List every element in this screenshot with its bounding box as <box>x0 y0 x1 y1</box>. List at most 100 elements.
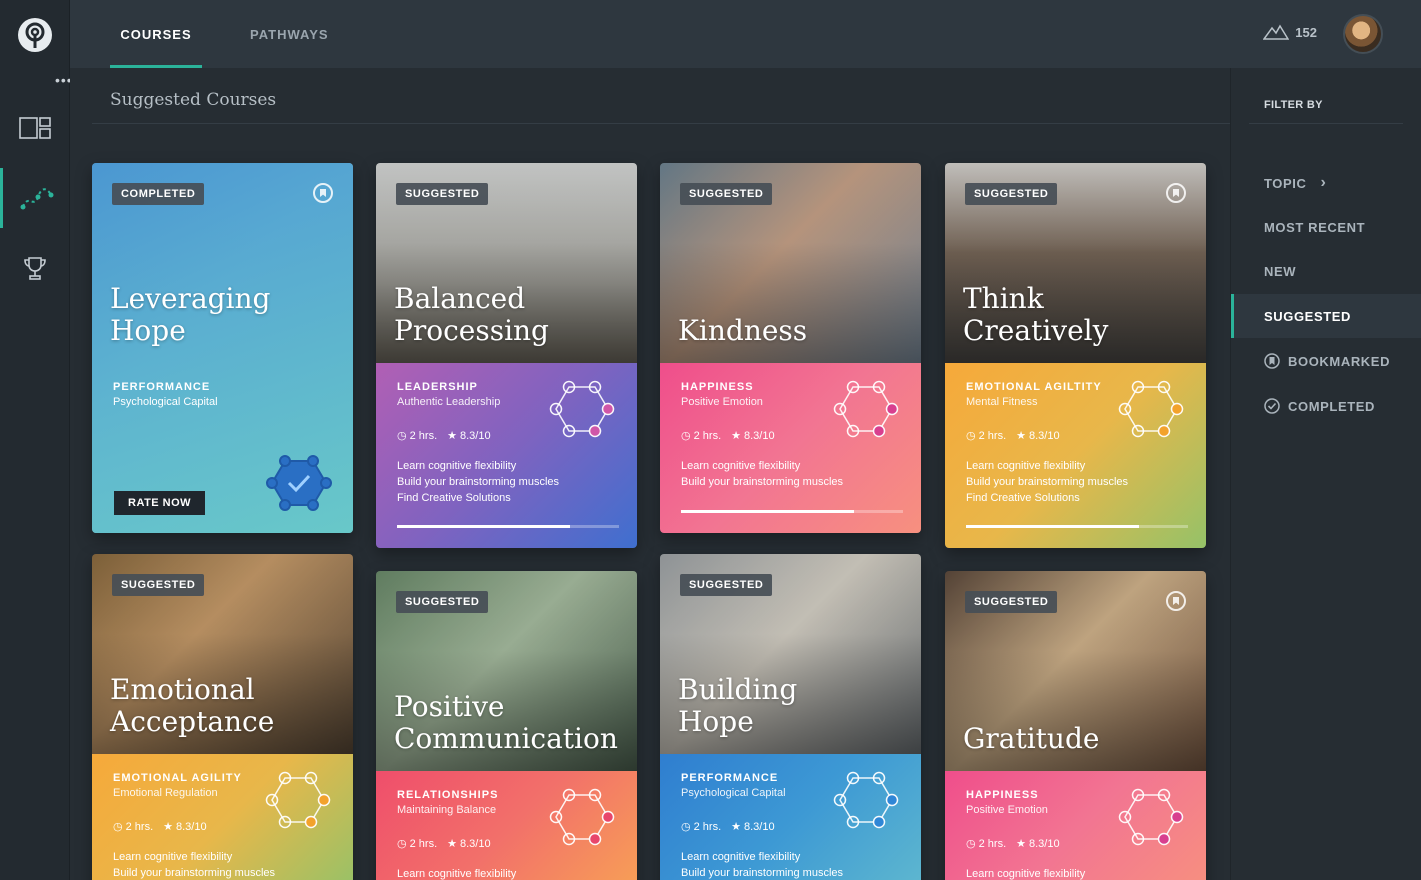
course-info: EMOTIONAL AGILITY Emotional Regulation ◷… <box>92 754 353 880</box>
filter-label: BOOKMARKED <box>1288 353 1391 369</box>
course-subcategory: Psychological Capital <box>681 787 786 799</box>
achievements-nav[interactable] <box>0 238 70 298</box>
course-card-kindness[interactable]: SUGGESTED Kindness HAPPINESS Positive Em… <box>660 163 921 533</box>
status-badge: SUGGESTED <box>965 183 1058 205</box>
filter-completed[interactable]: COMPLETED <box>1231 384 1421 428</box>
course-goals: Learn cognitive flexibility Build your br… <box>681 460 844 488</box>
course-subcategory: Maintaining Balance <box>397 804 497 816</box>
filter-most-recent[interactable]: MOST RECENT <box>1231 205 1421 249</box>
course-card-leveraging-hope[interactable]: COMPLETED Leveraging Hope PERFORMANCE Psy… <box>92 163 353 533</box>
status-badge: SUGGESTED <box>680 574 773 596</box>
course-info: PERFORMANCE Psychological Capital ◷ 2 hrs… <box>660 754 921 880</box>
skill-node <box>562 424 576 438</box>
course-meta: ◷ 2 hrs. ★ 8.3/10 <box>966 838 1060 850</box>
filter-label: TOPIC <box>1264 175 1307 191</box>
course-card-positive-communication[interactable]: SUGGESTED Positive Communication RELATION… <box>376 571 637 880</box>
skill-node <box>265 793 279 807</box>
skill-node <box>562 832 576 846</box>
skill-hex-icon <box>1118 788 1184 846</box>
course-info: EMOTIONAL AGILTITY Mental Fitness ◷ 2 hrs… <box>945 363 1206 548</box>
bookmark-icon[interactable] <box>1166 591 1186 611</box>
points-counter[interactable]: 152 <box>1263 24 1317 40</box>
skill-hex-icon <box>549 380 615 438</box>
filter-panel: FILTER BY TOPIC › MOST RECENT NEW SUGGES… <box>1230 68 1421 880</box>
course-meta: ◷ 2 hrs. ★ 8.3/10 <box>681 430 775 442</box>
course-goals: Learn cognitive flexibility Build your br… <box>397 460 560 504</box>
star-icon: ★ <box>1016 430 1026 442</box>
course-category: RELATIONSHIPS <box>397 789 499 801</box>
course-card-building-hope[interactable]: SUGGESTED Building Hope PERFORMANCE Psych… <box>660 554 921 880</box>
course-goals: Learn cognitive flexibility <box>397 868 517 880</box>
skill-node <box>1170 402 1184 416</box>
skill-node <box>1131 788 1145 802</box>
course-title: Positive Communication <box>394 690 618 755</box>
skill-node <box>549 402 563 416</box>
tab-pathways[interactable]: PATHWAYS <box>250 0 329 68</box>
course-meta: ◷ 2 hrs. ★ 8.3/10 <box>397 838 491 850</box>
progress-bar <box>397 525 619 528</box>
skill-node <box>885 402 899 416</box>
skill-node <box>601 810 615 824</box>
points-value: 152 <box>1295 24 1317 40</box>
filter-label: MOST RECENT <box>1264 219 1366 235</box>
app-logo-icon[interactable] <box>17 17 53 53</box>
star-icon: ★ <box>447 430 457 442</box>
filter-suggested[interactable]: SUGGESTED <box>1231 294 1421 338</box>
progress-bar <box>681 510 903 513</box>
status-badge: SUGGESTED <box>396 183 489 205</box>
course-card-think-creatively[interactable]: SUGGESTED Think Creatively EMOTIONAL AGIL… <box>945 163 1206 548</box>
course-card-gratitude[interactable]: SUGGESTED Gratitude HAPPINESS Positive E… <box>945 571 1206 880</box>
rate-now-button[interactable]: RATE NOW <box>114 491 206 515</box>
course-title: Kindness <box>678 314 808 347</box>
skill-node <box>588 380 602 394</box>
skill-hex-icon <box>1118 380 1184 438</box>
user-avatar[interactable] <box>1343 14 1383 54</box>
course-card-balanced-processing[interactable]: SUGGESTED Balanced Processing LEADERSHIP … <box>376 163 637 548</box>
course-title: Building Hope <box>678 673 798 738</box>
star-icon: ★ <box>163 821 173 833</box>
skill-node <box>1131 832 1145 846</box>
skill-node <box>1157 788 1171 802</box>
skill-node <box>833 793 847 807</box>
filter-new[interactable]: NEW <box>1231 249 1421 293</box>
tab-courses[interactable]: COURSES <box>110 0 202 68</box>
course-info: RELATIONSHIPS Maintaining Balance ◷ 2 hrs… <box>376 771 637 880</box>
section-divider <box>92 123 1230 124</box>
course-subcategory: Positive Emotion <box>681 396 763 408</box>
check-circle-icon <box>1264 398 1280 414</box>
filter-label: COMPLETED <box>1288 398 1376 414</box>
dashboard-nav[interactable] <box>0 98 70 158</box>
bookmark-icon[interactable] <box>313 183 333 203</box>
skill-node <box>846 771 860 785</box>
status-badge: SUGGESTED <box>112 574 205 596</box>
status-badge: SUGGESTED <box>396 591 489 613</box>
course-goals: Learn cognitive flexibility Build your br… <box>113 851 276 879</box>
course-meta: ◷ 2 hrs. ★ 8.3/10 <box>681 821 775 833</box>
progress-bar <box>966 525 1188 528</box>
pathways-nav[interactable] <box>0 168 70 228</box>
skill-node <box>549 810 563 824</box>
status-badge: COMPLETED <box>112 183 205 205</box>
mountain-icon <box>1263 24 1290 40</box>
filter-topic[interactable]: TOPIC › <box>1231 161 1421 205</box>
skill-node <box>601 402 615 416</box>
skill-node <box>833 402 847 416</box>
filter-bookmarked[interactable]: BOOKMARKED <box>1231 339 1421 383</box>
skill-node <box>1157 380 1171 394</box>
skill-node <box>1131 380 1145 394</box>
skill-node <box>1118 810 1132 824</box>
course-card-emotional-acceptance[interactable]: SUGGESTED Emotional Acceptance EMOTIONAL … <box>92 554 353 880</box>
skill-node <box>1157 424 1171 438</box>
course-category: EMOTIONAL AGILITY <box>113 772 242 784</box>
course-subcategory: Positive Emotion <box>966 804 1048 816</box>
skill-node <box>562 380 576 394</box>
course-title: Emotional Acceptance <box>110 673 275 738</box>
course-subcategory: Psychological Capital <box>113 396 218 408</box>
skill-node <box>1170 810 1184 824</box>
course-meta: ◷ 2 hrs. ★ 8.3/10 <box>397 430 491 442</box>
star-icon: ★ <box>1016 838 1026 850</box>
clock-icon: ◷ <box>966 430 976 442</box>
course-category: HAPPINESS <box>966 789 1039 801</box>
skill-node <box>1118 402 1132 416</box>
bookmark-icon[interactable] <box>1166 183 1186 203</box>
